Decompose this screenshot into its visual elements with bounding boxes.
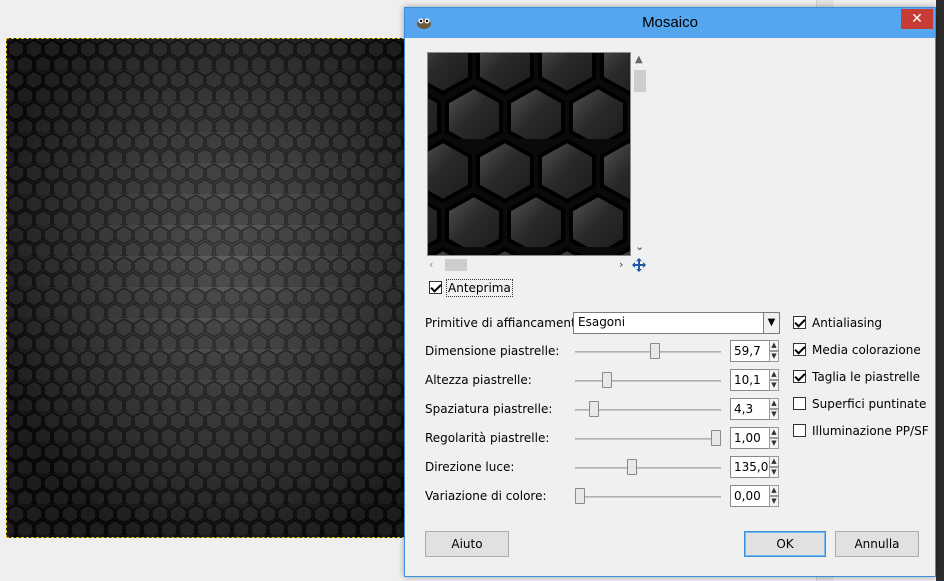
param-value-field[interactable]: 0,00 [730, 485, 770, 507]
param-value-field[interactable]: 59,7 [730, 340, 770, 362]
tiling-primitive-label: Primitive di affiancamento: [425, 316, 588, 330]
spin-down-icon[interactable]: ▼ [769, 467, 779, 478]
slider-handle[interactable] [602, 372, 613, 388]
param-value-field[interactable]: 135,0 [730, 456, 770, 478]
preview-horizontal-thumb[interactable] [445, 259, 467, 271]
param-label: Altezza piastrelle: [425, 373, 532, 387]
spin-up-icon[interactable]: ▲ [769, 456, 779, 467]
slider-handle[interactable] [711, 430, 721, 446]
scroll-right-icon[interactable]: › [619, 258, 623, 271]
option-label: Taglia le piastrelle [812, 370, 921, 384]
param-spin-buttons[interactable]: ▲ ▼ [769, 398, 779, 420]
tiling-primitive-value: Esagoni [578, 315, 626, 329]
option-label: Illuminazione PP/SF [812, 424, 929, 438]
param-label: Variazione di colore: [425, 489, 547, 503]
spin-down-icon[interactable]: ▼ [769, 409, 779, 420]
param-label: Spaziatura piastrelle: [425, 402, 553, 416]
spin-up-icon[interactable]: ▲ [769, 340, 779, 351]
close-button[interactable]: ✕ [901, 9, 933, 29]
scroll-up-icon[interactable]: ▲ [635, 54, 643, 65]
dock-panel-edge [936, 0, 944, 581]
param-spin-buttons[interactable]: ▲ ▼ [769, 427, 779, 449]
preview-check-icon[interactable] [429, 281, 442, 294]
spin-up-icon[interactable]: ▲ [769, 485, 779, 496]
dialog-title: Mosaico [642, 14, 698, 31]
ok-button[interactable]: OK [744, 531, 826, 557]
param-slider[interactable] [575, 467, 721, 469]
checkbox-icon[interactable] [793, 316, 806, 329]
spin-up-icon[interactable]: ▲ [769, 398, 779, 409]
param-value-field[interactable]: 1,00 [730, 427, 770, 449]
param-spin-buttons[interactable]: ▲ ▼ [769, 456, 779, 478]
cancel-button[interactable]: Annulla [835, 531, 919, 557]
navigate-icon[interactable] [631, 257, 647, 273]
checkbox-icon[interactable] [793, 343, 806, 356]
option-label: Superfici puntinate [812, 397, 927, 411]
chevron-down-icon[interactable]: ▼ [763, 313, 779, 333]
option-label: Media colorazione [812, 343, 921, 357]
mosaic-dialog: Mosaico ✕ ▲ ⌄ ‹ › Anteprima Primitive di… [404, 7, 936, 577]
param-spin-buttons[interactable]: ▲ ▼ [769, 369, 779, 391]
preview-horizontal-scrollbar[interactable]: ‹ › [429, 258, 629, 272]
preview-vertical-scrollbar[interactable]: ▲ ⌄ [633, 54, 647, 254]
spin-down-icon[interactable]: ▼ [769, 351, 779, 362]
param-label: Regolarità piastrelle: [425, 431, 550, 445]
image-canvas[interactable] [6, 38, 410, 538]
preview-label: Anteprima [446, 279, 513, 297]
param-value-field[interactable]: 4,3 [730, 398, 770, 420]
option-label: Antialiasing [812, 316, 883, 330]
param-slider[interactable] [575, 496, 721, 498]
preview-hexagon-image [428, 53, 630, 255]
param-slider[interactable] [575, 380, 721, 382]
param-label: Dimensione piastrelle: [425, 344, 560, 358]
scroll-left-icon[interactable]: ‹ [429, 258, 433, 271]
preview-area[interactable] [427, 52, 631, 256]
checkbox-icon[interactable] [793, 424, 806, 437]
checkbox-icon[interactable] [793, 397, 806, 410]
spin-down-icon[interactable]: ▼ [769, 438, 779, 449]
preview-vertical-thumb[interactable] [634, 70, 646, 92]
slider-handle[interactable] [626, 459, 637, 475]
spin-down-icon[interactable]: ▼ [769, 380, 779, 391]
help-button[interactable]: Aiuto [425, 531, 509, 557]
param-value-field[interactable]: 10,1 [730, 369, 770, 391]
param-spin-buttons[interactable]: ▲ ▼ [769, 340, 779, 362]
hexagon-pattern [7, 39, 409, 537]
param-slider[interactable] [575, 351, 721, 353]
spin-down-icon[interactable]: ▼ [769, 496, 779, 507]
tiling-primitive-select[interactable]: Esagoni ▼ [573, 312, 780, 334]
param-slider[interactable] [575, 438, 721, 440]
slider-handle[interactable] [588, 401, 599, 417]
spin-up-icon[interactable]: ▲ [769, 369, 779, 380]
title-bar[interactable]: Mosaico ✕ [405, 8, 935, 38]
slider-handle[interactable] [649, 343, 660, 359]
param-label: Direzione luce: [425, 460, 515, 474]
scroll-down-icon[interactable]: ⌄ [635, 240, 644, 253]
checkbox-icon[interactable] [793, 370, 806, 383]
slider-handle[interactable] [575, 488, 585, 504]
param-spin-buttons[interactable]: ▲ ▼ [769, 485, 779, 507]
spin-up-icon[interactable]: ▲ [769, 427, 779, 438]
